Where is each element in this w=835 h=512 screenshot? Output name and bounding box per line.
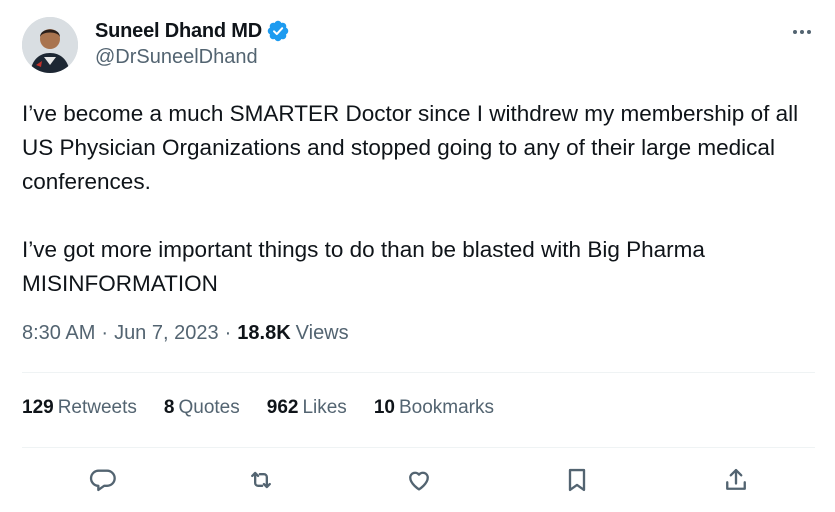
views-count: 18.8K (237, 322, 291, 344)
bookmarks-count: 10 (373, 397, 395, 418)
like-icon[interactable] (402, 463, 436, 497)
retweets-stat[interactable]: 129 Retweets (22, 397, 137, 419)
retweets-label: Retweets (57, 397, 137, 418)
tweet-text: I’ve become a much SMARTER Doctor since … (22, 101, 799, 296)
bookmark-icon[interactable] (560, 463, 594, 497)
author-name[interactable]: Suneel Dhand MD (95, 20, 262, 43)
meta-separator: · (224, 322, 232, 344)
retweet-icon[interactable] (244, 463, 278, 497)
author-handle[interactable]: @DrSuneelDhand (95, 46, 258, 69)
tweet-time[interactable]: 8:30 AM (22, 322, 95, 345)
quotes-count: 8 (163, 397, 175, 418)
divider (22, 447, 815, 448)
divider (22, 372, 815, 373)
retweets-count: 129 (22, 397, 54, 418)
likes-label: Likes (302, 397, 347, 418)
likes-count: 962 (266, 397, 299, 418)
bookmarks-label: Bookmarks (398, 397, 494, 418)
quotes-stat[interactable]: 8 Quotes (164, 397, 240, 419)
meta-separator: · (101, 322, 109, 344)
bookmarks-stat[interactable]: 10 Bookmarks (374, 397, 494, 419)
likes-stat[interactable]: 962 Likes (267, 397, 347, 419)
reply-icon[interactable] (86, 463, 120, 497)
verified-badge-icon (267, 20, 289, 42)
views-label: Views (295, 322, 349, 344)
engagement-stats: 129 Retweets 8 Quotes 962 Likes 10 Bookmarks (22, 397, 521, 419)
tweet-date[interactable]: Jun 7, 2023 (114, 322, 219, 345)
avatar-photo (22, 17, 78, 73)
share-icon[interactable] (719, 463, 753, 497)
tweet-meta: 8:30 AM · Jun 7, 2023 · 18.8K Views (22, 322, 349, 345)
quotes-label: Quotes (178, 397, 240, 418)
avatar[interactable] (22, 17, 78, 73)
more-options-icon[interactable] (788, 22, 816, 42)
